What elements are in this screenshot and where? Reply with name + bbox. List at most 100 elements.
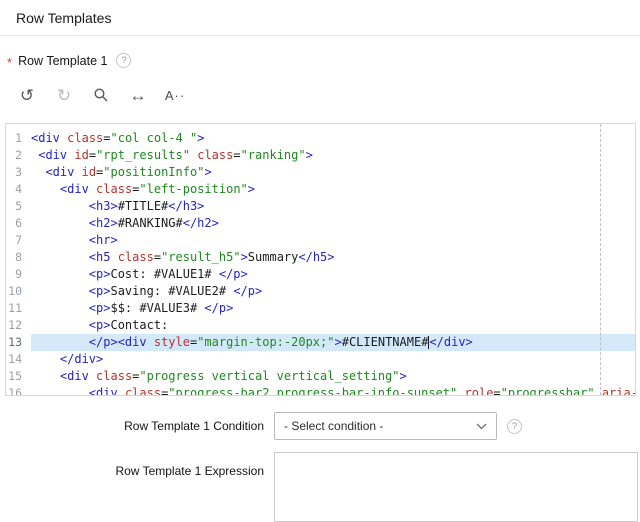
code-editor[interactable]: 1<div class="col col-4 ">2 <div id="rpt_… <box>5 123 636 396</box>
code-token-text: $$: #VALUE3# <box>110 301 204 315</box>
code-token-str: "progress vertical vertical_setting" <box>139 369 399 383</box>
code-token-tag: > <box>334 335 341 349</box>
code-line[interactable]: 8 <h5 class="result_h5">Summary</h5> <box>6 249 635 266</box>
help-icon[interactable]: ? <box>116 53 131 68</box>
font-size-button[interactable]: A·· <box>162 82 188 108</box>
condition-help-icon[interactable]: ? <box>507 419 522 434</box>
line-number: 7 <box>6 232 31 249</box>
width-toggle-button[interactable]: ↔ <box>125 82 151 108</box>
code-token-text <box>31 165 45 179</box>
code-token-str: "rpt_results" <box>96 148 190 162</box>
code-token-attr: aria-v <box>602 386 636 396</box>
line-number: 8 <box>6 249 31 266</box>
code-token-tag: <div <box>31 131 60 145</box>
code-token-tag: <h5 <box>89 250 111 264</box>
code-line[interactable]: 1<div class="col col-4 "> <box>6 130 635 147</box>
code-token-tag: </h2> <box>183 216 219 230</box>
line-number: 4 <box>6 181 31 198</box>
expression-textarea[interactable] <box>274 452 638 522</box>
code-token-str: "ranking" <box>241 148 306 162</box>
code-line-content: <div class="col col-4 "> <box>31 130 635 147</box>
code-line[interactable]: 5 <h3>#TITLE#</h3> <box>6 198 635 215</box>
code-token-text <box>110 250 117 264</box>
code-token-text <box>118 386 125 396</box>
code-token-text: #TITLE# <box>118 199 169 213</box>
code-line-content: <p>Saving: #VALUE2# </p> <box>31 283 635 300</box>
code-line[interactable]: 14 </div> <box>6 351 635 368</box>
code-line[interactable]: 13 </p><div style="margin-top:-20px;">#C… <box>6 334 635 351</box>
code-token-tag: </div> <box>60 352 103 366</box>
undo-button[interactable]: ↺ <box>14 82 40 108</box>
code-token-attr: style <box>154 335 190 349</box>
code-line[interactable]: 6 <h2>#RANKING#</h2> <box>6 215 635 232</box>
line-number: 12 <box>6 317 31 334</box>
code-line[interactable]: 2 <div id="rpt_results" class="ranking"> <box>6 147 635 164</box>
code-token-text: = <box>89 148 96 162</box>
code-token-text: Cost: #VALUE1# <box>110 267 218 281</box>
code-token-str: "margin-top:-20px;" <box>197 335 334 349</box>
code-line-content: <h3>#TITLE#</h3> <box>31 198 635 215</box>
code-token-tag: > <box>197 131 204 145</box>
code-token-text <box>31 284 89 298</box>
code-token-tag: <div <box>89 386 118 396</box>
code-token-text <box>31 318 89 332</box>
code-token-attr: class <box>125 386 161 396</box>
code-token-str: "progress-bar2 progress-bar-info-sunset" <box>168 386 457 396</box>
code-token-tag: <div <box>38 148 67 162</box>
code-token-tag: </div> <box>429 335 472 349</box>
code-token-tag: <div <box>60 369 89 383</box>
search-button[interactable] <box>88 82 114 108</box>
code-token-tag: > <box>248 182 255 196</box>
code-token-str: "positionInfo" <box>103 165 204 179</box>
code-token-attr: class <box>197 148 233 162</box>
condition-select[interactable]: - Select condition - <box>274 412 497 440</box>
code-line-content: <p>Cost: #VALUE1# </p> <box>31 266 635 283</box>
code-lines: 1<div class="col col-4 ">2 <div id="rpt_… <box>6 124 635 396</box>
condition-label: Row Template 1 Condition <box>0 419 264 433</box>
expression-label: Row Template 1 Expression <box>0 452 264 478</box>
code-line-content: <p>Contact: <box>31 317 635 334</box>
line-number: 16 <box>6 385 31 396</box>
code-line-content: <p>$$: #VALUE3# </p> <box>31 300 635 317</box>
code-line[interactable]: 15 <div class="progress vertical vertica… <box>6 368 635 385</box>
code-token-str: "progressbar" <box>501 386 595 396</box>
code-line[interactable]: 7 <hr> <box>6 232 635 249</box>
code-token-attr: class <box>118 250 154 264</box>
row-template-field-header: * Row Template 1 ? <box>0 36 640 68</box>
code-token-tag: </p> <box>219 267 248 281</box>
row-template-label: Row Template 1 <box>18 54 107 68</box>
code-token-text <box>89 182 96 196</box>
editor-toolbar: ↺ ↻ ↔ A·· <box>0 68 640 108</box>
code-line[interactable]: 4 <div class="left-position"> <box>6 181 635 198</box>
code-token-str: "result_h5" <box>161 250 240 264</box>
line-number: 1 <box>6 130 31 147</box>
code-line[interactable]: 3 <div id="positionInfo"> <box>6 164 635 181</box>
code-token-text: = <box>154 250 161 264</box>
line-number: 5 <box>6 198 31 215</box>
code-token-tag: <div <box>118 335 147 349</box>
code-token-text: = <box>103 131 110 145</box>
code-token-tag: <p> <box>89 301 111 315</box>
code-token-tag: <div <box>60 182 89 196</box>
code-token-tag: <h2> <box>89 216 118 230</box>
line-number: 13 <box>6 334 31 351</box>
code-line-content: <hr> <box>31 232 635 249</box>
code-token-tag: <p> <box>89 284 111 298</box>
code-token-tag: </h5> <box>298 250 334 264</box>
code-token-text: Summary <box>248 250 299 264</box>
code-token-attr: id <box>74 148 88 162</box>
line-number: 14 <box>6 351 31 368</box>
line-number: 9 <box>6 266 31 283</box>
code-line[interactable]: 12 <p>Contact: <box>6 317 635 334</box>
code-token-tag: > <box>204 165 211 179</box>
code-token-attr: id <box>82 165 96 179</box>
redo-button[interactable]: ↻ <box>51 82 77 108</box>
code-line[interactable]: 9 <p>Cost: #VALUE1# </p> <box>6 266 635 283</box>
code-token-attr: class <box>96 369 132 383</box>
code-line[interactable]: 10 <p>Saving: #VALUE2# </p> <box>6 283 635 300</box>
code-token-text <box>31 182 60 196</box>
code-line[interactable]: 16 <div class="progress-bar2 progress-ba… <box>6 385 635 396</box>
code-token-text: #CLIENTNAME# <box>342 335 429 349</box>
code-line[interactable]: 11 <p>$$: #VALUE3# </p> <box>6 300 635 317</box>
code-token-tag: <hr> <box>89 233 118 247</box>
